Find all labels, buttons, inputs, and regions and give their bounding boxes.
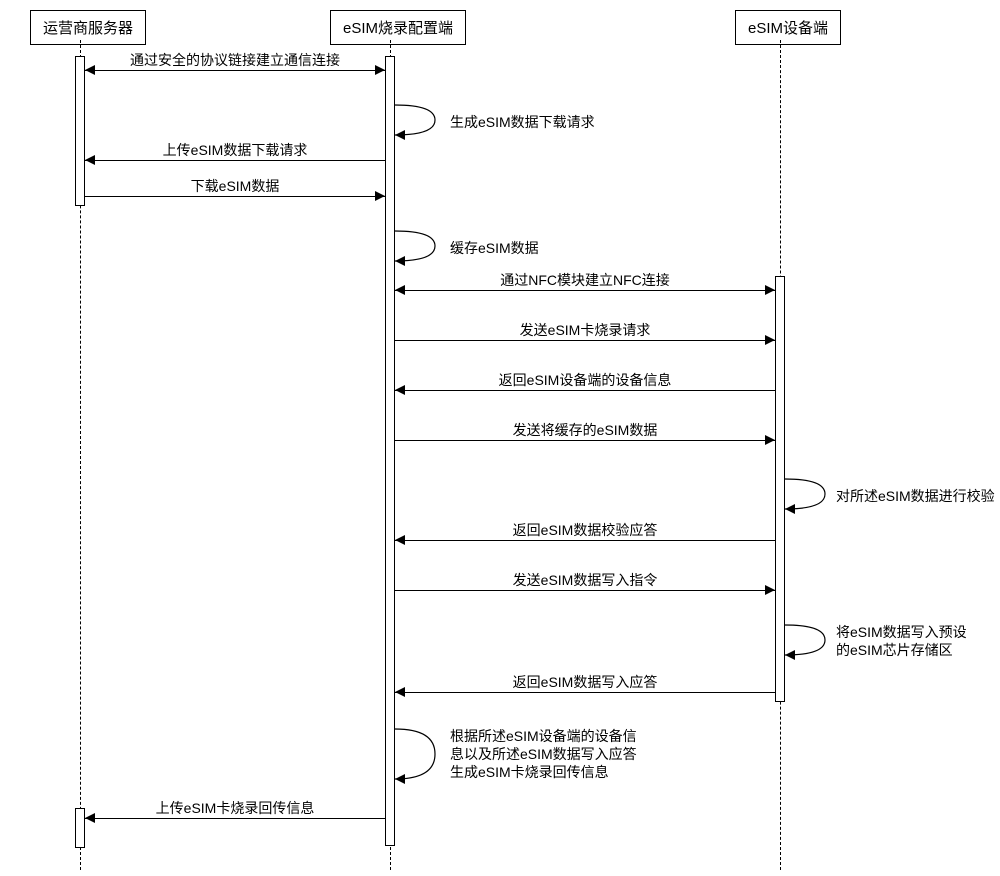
msg-label-6: 发送eSIM卡烧录请求 [420, 320, 750, 340]
self-loop-icon [785, 474, 835, 514]
arrow-head-icon [395, 687, 405, 697]
msg-label-11: 发送eSIM数据写入指令 [420, 570, 750, 590]
arrow-head-icon [85, 155, 95, 165]
msg-label-14b: 息以及所述eSIM数据写入应答 [450, 744, 637, 764]
msg-label-4: 缓存eSIM数据 [450, 238, 539, 258]
msg-arrow-6 [395, 340, 775, 341]
msg-label-2: 上传eSIM数据下载请求 [100, 140, 370, 160]
msg-label-1: 生成eSIM数据下载请求 [450, 112, 595, 132]
arrow-head-icon [765, 435, 775, 445]
arrow-head-icon [375, 65, 385, 75]
self-loop-icon [785, 620, 835, 660]
arrow-head-icon [395, 285, 405, 295]
arrow-head-icon [765, 285, 775, 295]
arrow-head-icon [395, 535, 405, 545]
msg-label-5: 通过NFC模块建立NFC连接 [420, 270, 750, 290]
msg-label-9: 对所述eSIM数据进行校验 [836, 486, 995, 506]
msg-label-13: 返回eSIM数据写入应答 [420, 672, 750, 692]
msg-arrow-2 [85, 160, 385, 161]
participant-config: eSIM烧录配置端 [330, 10, 466, 45]
msg-label-8: 发送将缓存的eSIM数据 [420, 420, 750, 440]
arrow-head-icon [395, 385, 405, 395]
arrow-head-icon [765, 335, 775, 345]
msg-arrow-5 [395, 290, 775, 291]
msg-label-10: 返回eSIM数据校验应答 [420, 520, 750, 540]
msg-label-14a: 根据所述eSIM设备端的设备信 [450, 726, 637, 746]
self-loop-icon [395, 724, 445, 784]
sequence-diagram: 运营商服务器 eSIM烧录配置端 eSIM设备端 通过安全的协议链接建立通信连接… [0, 0, 1000, 876]
msg-label-0: 通过安全的协议链接建立通信连接 [100, 50, 370, 70]
msg-arrow-10 [395, 540, 775, 541]
self-loop-icon [395, 100, 445, 140]
msg-label-3: 下载eSIM数据 [100, 176, 370, 196]
activation-server-2 [75, 808, 85, 848]
arrow-head-icon [85, 65, 95, 75]
msg-label-12a: 将eSIM数据写入预设 [836, 622, 967, 642]
msg-arrow-3 [85, 196, 385, 197]
self-loop-icon [395, 226, 445, 266]
msg-arrow-11 [395, 590, 775, 591]
activation-config [385, 56, 395, 846]
activation-device [775, 276, 785, 702]
arrow-head-icon [765, 585, 775, 595]
activation-server-1 [75, 56, 85, 206]
msg-label-14c: 生成eSIM卡烧录回传信息 [450, 762, 609, 782]
msg-arrow-13 [395, 692, 775, 693]
arrow-head-icon [375, 191, 385, 201]
msg-arrow-7 [395, 390, 775, 391]
msg-label-15: 上传eSIM卡烧录回传信息 [100, 798, 370, 818]
msg-arrow-8 [395, 440, 775, 441]
msg-label-12b: 的eSIM芯片存储区 [836, 640, 953, 660]
participant-device: eSIM设备端 [735, 10, 841, 45]
msg-arrow-15 [85, 818, 385, 819]
msg-label-7: 返回eSIM设备端的设备信息 [420, 370, 750, 390]
arrow-head-icon [85, 813, 95, 823]
participant-server: 运营商服务器 [30, 10, 146, 45]
msg-arrow-0 [85, 70, 385, 71]
